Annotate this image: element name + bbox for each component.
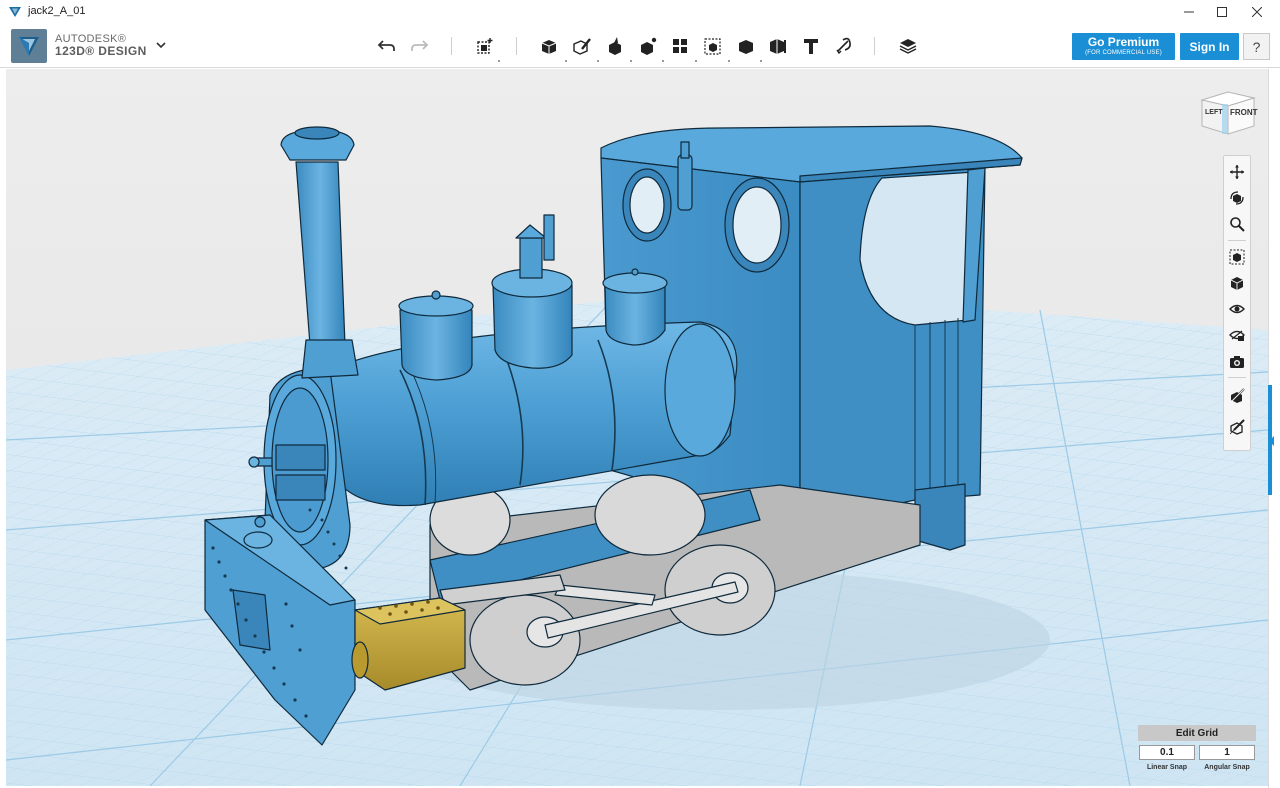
angular-snap-input[interactable]: 1 <box>1199 745 1255 760</box>
nav-separator <box>1228 240 1246 241</box>
view-icon <box>1230 277 1244 290</box>
expand-panel-arrow-icon[interactable] <box>1269 436 1274 446</box>
sketch-button[interactable] <box>570 34 594 58</box>
material-button[interactable] <box>896 34 920 58</box>
main-toolbar: AUTODESK® 123D® DESIGN Go Premium (FOR C… <box>0 24 1280 68</box>
construct-button[interactable] <box>603 34 627 58</box>
help-button[interactable]: ? <box>1243 33 1270 60</box>
modify-icon <box>641 37 657 55</box>
minimize-button[interactable] <box>1172 0 1206 24</box>
zoom-button[interactable] <box>1227 214 1247 234</box>
toolbar-dot <box>760 60 762 62</box>
measure-icon <box>770 39 786 54</box>
sketch-icon <box>573 38 591 55</box>
linear-snap-input[interactable]: 0.1 <box>1139 745 1195 760</box>
pattern-button[interactable] <box>668 34 692 58</box>
fit-icon <box>1229 249 1245 265</box>
redo-button[interactable] <box>407 34 431 58</box>
screenshot-icon <box>1230 356 1244 368</box>
toolbar-dot <box>695 60 697 62</box>
app-logo-icon <box>9 7 21 17</box>
toolbar-dot <box>662 60 664 62</box>
layers-icon <box>899 39 917 54</box>
maximize-button[interactable] <box>1205 0 1239 24</box>
orbit-button[interactable] <box>1227 188 1247 208</box>
toolbar-dot <box>728 60 730 62</box>
materials-icon <box>1229 330 1245 341</box>
redo-icon <box>411 40 429 51</box>
zoom-icon <box>1230 217 1245 232</box>
grouping-icon <box>704 38 721 55</box>
toolbar-dot <box>630 60 632 62</box>
nav-separator <box>1228 377 1246 378</box>
close-icon <box>1252 7 1262 17</box>
text-icon <box>804 39 818 54</box>
toolbar-dot <box>597 60 599 62</box>
minimize-icon <box>1184 11 1194 13</box>
angular-snap-label: Angular Snap <box>1204 764 1250 771</box>
pattern-icon <box>673 39 687 53</box>
pan-icon <box>1230 165 1244 179</box>
app-brand: AUTODESK® 123D® DESIGN <box>55 33 147 57</box>
maximize-icon <box>1217 7 1227 17</box>
transform-icon <box>477 38 493 54</box>
materials-button[interactable] <box>1227 325 1247 345</box>
go-premium-button[interactable]: Go Premium (FOR COMMERCIAL USE) <box>1072 33 1175 60</box>
toolbar-dot <box>565 60 567 62</box>
window-title: jack2_A_01 <box>28 5 86 17</box>
visibility-icon <box>1229 304 1245 314</box>
brand-line2: 123D® DESIGN <box>55 44 147 58</box>
app-window: jack2_A_01 AUTODESK® 123D® DESIGN Go Pre… <box>0 0 1280 788</box>
edit-grid-button[interactable]: Edit Grid <box>1138 725 1256 741</box>
undo-icon <box>377 40 395 51</box>
combine-button[interactable] <box>734 34 758 58</box>
toolbar-dot <box>498 60 500 62</box>
measure-button[interactable] <box>766 34 790 58</box>
scene-canvas <box>6 69 1268 786</box>
edit-grid-panel: Edit Grid 0.1 1 Linear Snap Angular Snap <box>1136 725 1256 777</box>
screenshot-button[interactable] <box>1227 352 1247 372</box>
title-bar: jack2_A_01 <box>0 0 1280 24</box>
undo-button[interactable] <box>375 34 399 58</box>
snap-icon <box>836 37 851 55</box>
fit-button[interactable] <box>1227 247 1247 267</box>
toolbar-separator <box>516 37 517 55</box>
toolbar-separator <box>874 37 875 55</box>
hide-sketch-button[interactable] <box>1227 386 1247 406</box>
combine-icon <box>739 40 753 54</box>
sign-in-button[interactable]: Sign In <box>1180 33 1239 60</box>
visibility-button[interactable] <box>1227 299 1247 319</box>
viewport-frame-left <box>0 69 6 788</box>
app-logo[interactable] <box>11 29 47 63</box>
premium-label: Go Premium <box>1087 35 1160 49</box>
view-cube-front-label: FRONT <box>1230 108 1258 117</box>
primitives-button[interactable] <box>537 34 561 58</box>
hide-sketch-icon <box>1229 388 1245 404</box>
modify-button[interactable] <box>636 34 660 58</box>
view-cube[interactable]: LEFT FRONT <box>1198 88 1258 138</box>
snap-button[interactable] <box>831 34 855 58</box>
toolbar-separator <box>451 37 452 55</box>
hide-mesh-button[interactable] <box>1227 417 1247 437</box>
view-cube-left-label: LEFT <box>1205 109 1223 116</box>
text-button[interactable] <box>799 34 823 58</box>
linear-snap-label: Linear Snap <box>1146 764 1188 771</box>
chevron-down-icon[interactable] <box>154 38 168 52</box>
autodesk-logo-icon <box>19 37 39 56</box>
pan-button[interactable] <box>1227 162 1247 182</box>
navigation-bar <box>1223 155 1251 451</box>
3d-viewport[interactable] <box>6 69 1268 786</box>
premium-sublabel: (FOR COMMERCIAL USE) <box>1085 50 1162 56</box>
box-primitive-icon <box>541 40 557 54</box>
transform-button[interactable] <box>473 34 497 58</box>
hide-mesh-icon <box>1229 419 1245 435</box>
close-button[interactable] <box>1240 0 1274 24</box>
view-button[interactable] <box>1227 273 1247 293</box>
orbit-icon <box>1230 191 1244 205</box>
grouping-button[interactable] <box>701 34 725 58</box>
construct-icon <box>609 37 621 55</box>
